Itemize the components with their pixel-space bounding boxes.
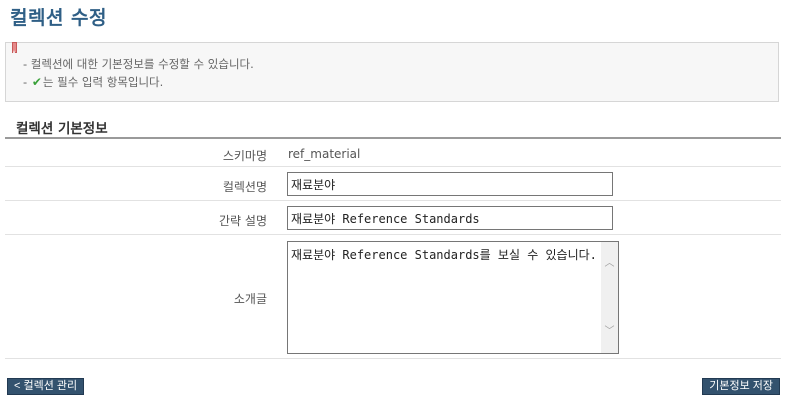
bookmark-icon	[12, 42, 17, 53]
basic-info-form: 스키마명 ref_material 컬렉션명 간략 설명 소개글 재료분야 Re…	[5, 139, 781, 359]
info-line-2: - ✔는 필수 입력 항목입니다.	[23, 74, 163, 90]
check-icon: ✔	[31, 75, 42, 89]
form-row-schema: 스키마명 ref_material	[5, 139, 781, 167]
introduction-scrollbar[interactable]: ︿ ﹀	[601, 242, 618, 353]
section-title: 컬렉션 기본정보	[16, 121, 108, 137]
info-line-2-prefix: -	[23, 75, 31, 89]
introduction-textarea-wrapper: 재료분야 Reference Standards를 보실 수 있습니다. ︿ ﹀	[287, 241, 619, 354]
info-box: - 컬렉션에 대한 기본정보를 수정할 수 있습니다. - ✔는 필수 입력 항…	[5, 42, 779, 102]
collection-name-label: 컬렉션명	[222, 180, 267, 194]
form-row-introduction: 소개글 재료분야 Reference Standards를 보실 수 있습니다.…	[5, 235, 781, 359]
info-line-2-suffix: 는 필수 입력 항목입니다.	[42, 75, 164, 89]
info-line-1: - 컬렉션에 대한 기본정보를 수정할 수 있습니다.	[23, 57, 254, 71]
save-basic-info-button[interactable]: 기본정보 저장	[702, 378, 780, 395]
collection-name-input[interactable]	[287, 172, 613, 196]
short-description-input[interactable]	[287, 206, 613, 230]
chevron-up-icon[interactable]: ︿	[604, 258, 615, 269]
introduction-textarea[interactable]: 재료분야 Reference Standards를 보실 수 있습니다.	[288, 242, 601, 353]
page-title: 컬렉션 수정	[10, 7, 108, 29]
short-description-label: 간략 설명	[219, 214, 267, 228]
collection-edit-page: 컬렉션 수정 - 컬렉션에 대한 기본정보를 수정할 수 있습니다. - ✔는 …	[0, 0, 788, 400]
chevron-down-icon[interactable]: ﹀	[604, 326, 615, 337]
schema-label: 스키마명	[222, 149, 267, 163]
back-to-collection-management-button[interactable]: < 컬렉션 관리	[7, 378, 85, 395]
introduction-label: 소개글	[233, 292, 267, 306]
schema-value: ref_material	[288, 147, 361, 161]
form-row-short-description: 간략 설명	[5, 201, 781, 235]
form-row-collection-name: 컬렉션명	[5, 167, 781, 201]
